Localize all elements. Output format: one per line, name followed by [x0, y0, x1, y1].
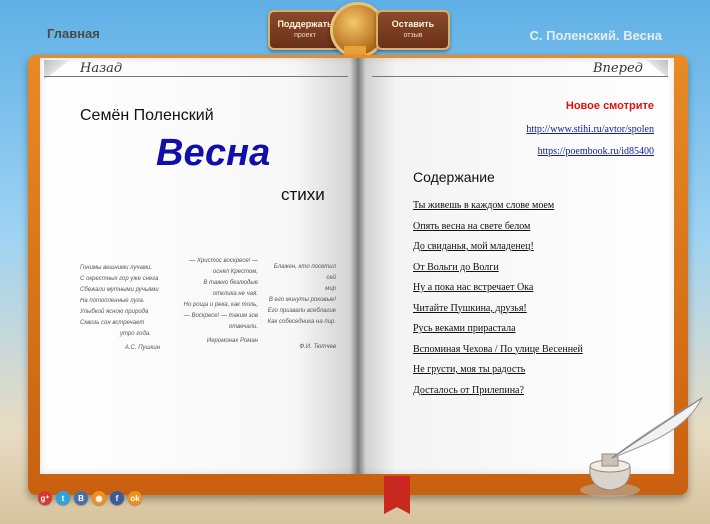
toc-link[interactable]: Не грусти, моя ты радость — [413, 364, 525, 375]
rss-icon[interactable]: ◉ — [92, 491, 106, 505]
quill-inkwell-icon — [580, 396, 704, 497]
list-item: Читайте Пушкина, друзья! — [413, 303, 583, 324]
toc-link[interactable]: Досталось от Прилепина? — [413, 385, 524, 396]
epigraph-roman: — Христос воскресе! — оснял Крестом, В т… — [176, 256, 258, 347]
epigraph-signature: А.С. Пушкин — [124, 345, 160, 351]
list-item: Досталось от Прилепина? — [413, 385, 583, 406]
top-navigation: Главная Поддержать проект Оставить отзыв… — [0, 0, 710, 68]
epigraph-line: отклика не чая. — [212, 291, 258, 297]
epigraph-line: Улыбкой ясною природа — [80, 309, 149, 315]
epigraph-line: мир — [325, 286, 336, 292]
list-item: Ну а пока нас встречает Ока — [413, 282, 583, 303]
back-link[interactable]: Назад — [80, 61, 122, 76]
new-label: Новое смотрите — [565, 100, 654, 112]
stihi-link[interactable]: http://www.stihi.ru/avtor/spolen — [526, 124, 654, 135]
review-button-sublabel: отзыв — [403, 32, 423, 39]
list-item: Опять весна на свете белом — [413, 221, 583, 242]
home-link[interactable]: Главная — [47, 26, 100, 41]
epigraph-line: Гонимы вешними лучами, — [80, 265, 153, 271]
epigraph-line: С окрестных гор уже снега — [80, 276, 159, 282]
toc-link[interactable]: Читайте Пушкина, друзья! — [413, 303, 527, 314]
epigraph-line: В тажно безлюдые — [203, 280, 258, 286]
epigraph-line: оснял Крестом, — [212, 269, 258, 275]
epigraph-line: Сбежали мутными ручьями — [80, 287, 159, 293]
toc-link[interactable]: От Вольги до Волги — [413, 262, 499, 273]
list-item: От Вольги до Волги — [413, 262, 583, 283]
epigraph-line: Блажен, кто посетил сей — [273, 264, 336, 281]
epigraph-signature: Ф.И. Тютчев — [299, 344, 336, 350]
poembook-link[interactable]: https://poembook.ru/id85400 — [538, 146, 654, 157]
right-header-rule — [372, 76, 668, 77]
list-item: Русь веками прирастала — [413, 323, 583, 344]
toc-link[interactable]: Вспоминая Чехова / По улице Весенней — [413, 344, 583, 355]
list-item: Ты живешь в каждом слове моем — [413, 200, 583, 221]
epigraph-line: отвечали. — [228, 324, 258, 330]
list-item: Вспоминая Чехова / По улице Весенней — [413, 344, 583, 365]
epigraph-line: Его призвали всеблагие — [267, 308, 336, 314]
review-button-label: Оставить — [391, 19, 435, 29]
google-plus-icon[interactable]: g⁺ — [38, 491, 52, 505]
contents-heading: Содержание — [413, 169, 495, 185]
epigraph-pushkin: Гонимы вешними лучами, С окрестных гор у… — [80, 263, 160, 354]
facebook-icon[interactable]: f — [110, 491, 124, 505]
epigraph-line: — Христос воскресе! — — [189, 258, 258, 264]
book-spine — [350, 58, 366, 474]
epigraph-line: Сквозь сон встречает — [80, 320, 145, 326]
toc-link[interactable]: Русь веками прирастала — [413, 323, 516, 334]
vk-icon[interactable]: В — [74, 491, 88, 505]
epigraph-line: утро года. — [120, 331, 151, 337]
toc-link[interactable]: Опять весна на свете белом — [413, 221, 530, 232]
twitter-icon[interactable]: t — [56, 491, 70, 505]
forward-link[interactable]: Вперед — [593, 61, 643, 76]
book-title: Весна — [156, 132, 271, 174]
leave-review-button[interactable]: Оставить отзыв — [376, 10, 450, 50]
toc-link[interactable]: Ну а пока нас встречает Ока — [413, 282, 533, 293]
list-item: До свиданья, мой младенец! — [413, 241, 583, 262]
epigraph-line: — Воскресе! — таким зов — [183, 313, 258, 319]
book-title-header: С. Поленский. Весна — [529, 28, 662, 43]
odnoklassniki-icon[interactable]: ok — [128, 491, 142, 505]
epigraph-tyutchev: Блажен, кто посетил сей мир В его минуты… — [264, 262, 336, 353]
left-header-rule — [44, 76, 348, 77]
epigraph-line: В его минуты роковые! — [268, 297, 336, 303]
social-share-bar: g⁺ t В ◉ f ok — [38, 491, 142, 505]
table-of-contents: Ты живешь в каждом слове моем Опять весн… — [413, 200, 583, 405]
toc-link[interactable]: Ты живешь в каждом слове моем — [413, 200, 554, 211]
epigraph-line: Как собеседника на пир. — [267, 319, 336, 325]
toc-link[interactable]: До свиданья, мой младенец! — [413, 241, 534, 252]
book-subtitle: стихи — [281, 185, 325, 204]
list-item: Не грусти, моя ты радость — [413, 364, 583, 385]
author-name: Семён Поленский — [80, 107, 214, 124]
bookmark-ribbon-icon — [384, 476, 410, 514]
epigraph-signature: Иеромонах Роман — [206, 338, 258, 344]
epigraph-line: Но роща и река, как толь, — [183, 302, 258, 308]
epigraph-line: На потопленные луга. — [80, 298, 145, 304]
